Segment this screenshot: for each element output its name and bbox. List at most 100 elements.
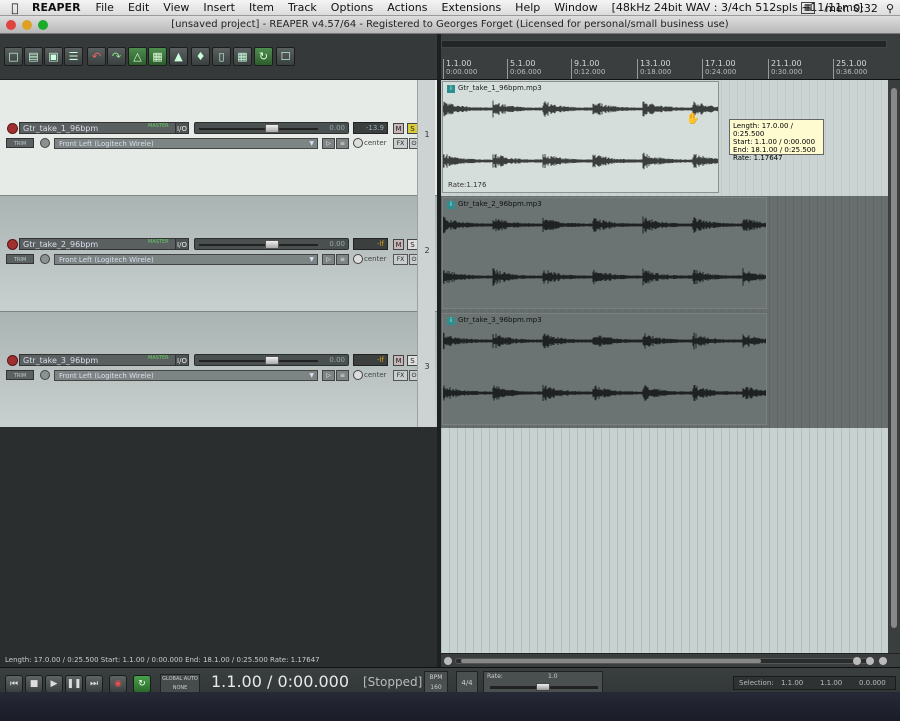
- env-icon[interactable]: ≡: [336, 254, 349, 265]
- go-to-start-icon[interactable]: ⏮: [5, 675, 23, 693]
- zoom-out-icon[interactable]: [853, 657, 861, 665]
- pan-knob[interactable]: [353, 254, 363, 264]
- fader-knob[interactable]: [265, 124, 279, 133]
- fx-button[interactable]: FX: [393, 254, 408, 265]
- output-route-select[interactable]: Front Left (Logitech Wirele) ▼: [54, 254, 318, 265]
- apple-icon[interactable]: : [0, 1, 30, 15]
- menu-extensions[interactable]: Extensions: [434, 1, 508, 14]
- menu-item[interactable]: Item: [242, 1, 281, 14]
- fx-button[interactable]: FX: [393, 370, 408, 381]
- item-grouping-icon[interactable]: ▯: [212, 47, 231, 66]
- trim-button[interactable]: TRIM: [6, 370, 34, 380]
- mute-button[interactable]: M: [393, 239, 404, 250]
- volume-fader[interactable]: 0.00: [194, 238, 349, 250]
- menu-options[interactable]: Options: [324, 1, 380, 14]
- menu-actions[interactable]: Actions: [380, 1, 434, 14]
- go-to-end-icon[interactable]: ⏭: [85, 675, 103, 693]
- menu-edit[interactable]: Edit: [121, 1, 156, 14]
- media-item-3[interactable]: i Gtr_take_3_96bpm.mp3: [442, 313, 767, 425]
- notification-icon[interactable]: ▦: [800, 2, 816, 14]
- undo-icon[interactable]: ↶: [87, 47, 106, 66]
- time-signature[interactable]: 4/4: [456, 671, 478, 693]
- trim-button[interactable]: TRIM: [6, 138, 34, 148]
- menu-insert[interactable]: Insert: [196, 1, 242, 14]
- volume-fader[interactable]: 0.00: [194, 122, 349, 134]
- input-monitor-icon[interactable]: ▷: [322, 138, 335, 149]
- menu-help[interactable]: Help: [508, 1, 547, 14]
- menu-app[interactable]: REAPER: [30, 1, 89, 14]
- playrate-control[interactable]: Rate: 1.0: [483, 671, 603, 693]
- pause-icon[interactable]: ❚❚: [65, 675, 83, 693]
- snap-icon[interactable]: ▦: [148, 47, 167, 66]
- record-arm-button[interactable]: [7, 355, 18, 366]
- ripple-edit-icon[interactable]: ▲: [169, 47, 188, 66]
- zoom-reset-icon[interactable]: [879, 657, 887, 665]
- pan-knob[interactable]: [353, 370, 363, 380]
- selection-display[interactable]: Selection: 1.1.00 1.1.00 0.0.000: [733, 676, 896, 690]
- spotlight-icon[interactable]: ⚲: [886, 2, 900, 15]
- lock-icon[interactable]: ☐: [276, 47, 295, 66]
- pan-knob[interactable]: [353, 138, 363, 148]
- media-item-2[interactable]: i Gtr_take_2_96bpm.mp3: [442, 197, 767, 309]
- arrange-view[interactable]: i Gtr_take_1_96bpm.mp3 Rate:1.176 i Gtr_ta…: [441, 80, 888, 653]
- menu-window[interactable]: Window: [547, 1, 604, 14]
- vertical-scroll-thumb[interactable]: [891, 88, 897, 628]
- item-properties-icon[interactable]: i: [447, 201, 455, 209]
- input-monitor-icon[interactable]: ▷: [322, 370, 335, 381]
- horizontal-scrollbar[interactable]: [441, 653, 900, 667]
- fader-knob[interactable]: [265, 356, 279, 365]
- env-icon[interactable]: ≡: [336, 370, 349, 381]
- fader-knob[interactable]: [265, 240, 279, 249]
- fx-button[interactable]: FX: [393, 138, 408, 149]
- phase-icon[interactable]: [40, 138, 50, 148]
- io-button[interactable]: I/O: [175, 122, 189, 134]
- item-properties-icon[interactable]: i: [447, 85, 455, 93]
- new-project-icon[interactable]: □: [4, 47, 23, 66]
- redo-icon[interactable]: ↷: [107, 47, 126, 66]
- horizontal-scroll-thumb[interactable]: [461, 659, 761, 663]
- record-arm-button[interactable]: [7, 239, 18, 250]
- rate-slider-knob[interactable]: [536, 683, 550, 691]
- stop-icon[interactable]: ■: [25, 675, 43, 693]
- track-1[interactable]: Gtr_take_1_96bpm MASTER I/O 0.00 -13.9 M…: [0, 80, 437, 196]
- phase-icon[interactable]: [40, 370, 50, 380]
- envelope-lock-icon[interactable]: ♦: [191, 47, 210, 66]
- scroll-left-icon[interactable]: [444, 657, 452, 665]
- input-monitor-icon[interactable]: ▷: [322, 254, 335, 265]
- region-lane[interactable]: [441, 40, 887, 48]
- record-icon[interactable]: ◉: [109, 675, 127, 693]
- media-item-1[interactable]: i Gtr_take_1_96bpm.mp3 Rate:1.176: [442, 81, 719, 193]
- bpm-display[interactable]: BPM 160: [424, 671, 448, 693]
- phase-icon[interactable]: [40, 254, 50, 264]
- play-icon[interactable]: ▶: [45, 675, 63, 693]
- trim-button[interactable]: TRIM: [6, 254, 34, 264]
- global-automation-button[interactable]: GLOBAL AUTO NONE: [160, 674, 200, 694]
- mute-button[interactable]: M: [393, 123, 404, 134]
- zoom-in-icon[interactable]: [866, 657, 874, 665]
- metronome-icon[interactable]: △: [128, 47, 147, 66]
- output-route-select[interactable]: Front Left (Logitech Wirele) ▼: [54, 370, 318, 381]
- item-properties-icon[interactable]: i: [447, 317, 455, 325]
- env-icon[interactable]: ≡: [336, 138, 349, 149]
- output-route-select[interactable]: Front Left (Logitech Wirele) ▼: [54, 138, 318, 149]
- record-arm-button[interactable]: [7, 123, 18, 134]
- repeat-icon[interactable]: ↻: [133, 675, 151, 693]
- menubar-clock[interactable]: mer. 0:32: [825, 2, 886, 15]
- empty-track-area[interactable]: [0, 427, 437, 653]
- menu-track[interactable]: Track: [281, 1, 324, 14]
- open-project-icon[interactable]: ▤: [24, 47, 43, 66]
- close-window-icon[interactable]: [6, 20, 16, 30]
- minimize-window-icon[interactable]: [22, 20, 32, 30]
- save-project-icon[interactable]: ▣: [44, 47, 63, 66]
- zoom-window-icon[interactable]: [38, 20, 48, 30]
- track-2[interactable]: Gtr_take_2_96bpm MASTER I/O 0.00 -lf M S…: [0, 196, 437, 312]
- grid-icon[interactable]: ▦: [233, 47, 252, 66]
- menu-view[interactable]: View: [156, 1, 196, 14]
- io-button[interactable]: I/O: [175, 238, 189, 250]
- track-3[interactable]: Gtr_take_3_96bpm MASTER I/O 0.00 -lf M S…: [0, 312, 437, 428]
- io-button[interactable]: I/O: [175, 354, 189, 366]
- loop-icon[interactable]: ↻: [254, 47, 273, 66]
- project-settings-icon[interactable]: ☰: [64, 47, 83, 66]
- timeline-ruler[interactable]: 1.1.00 0:00.000 5.1.00 0:06.000 9.1.00 0:12…: [441, 34, 900, 80]
- menu-file[interactable]: File: [89, 1, 121, 14]
